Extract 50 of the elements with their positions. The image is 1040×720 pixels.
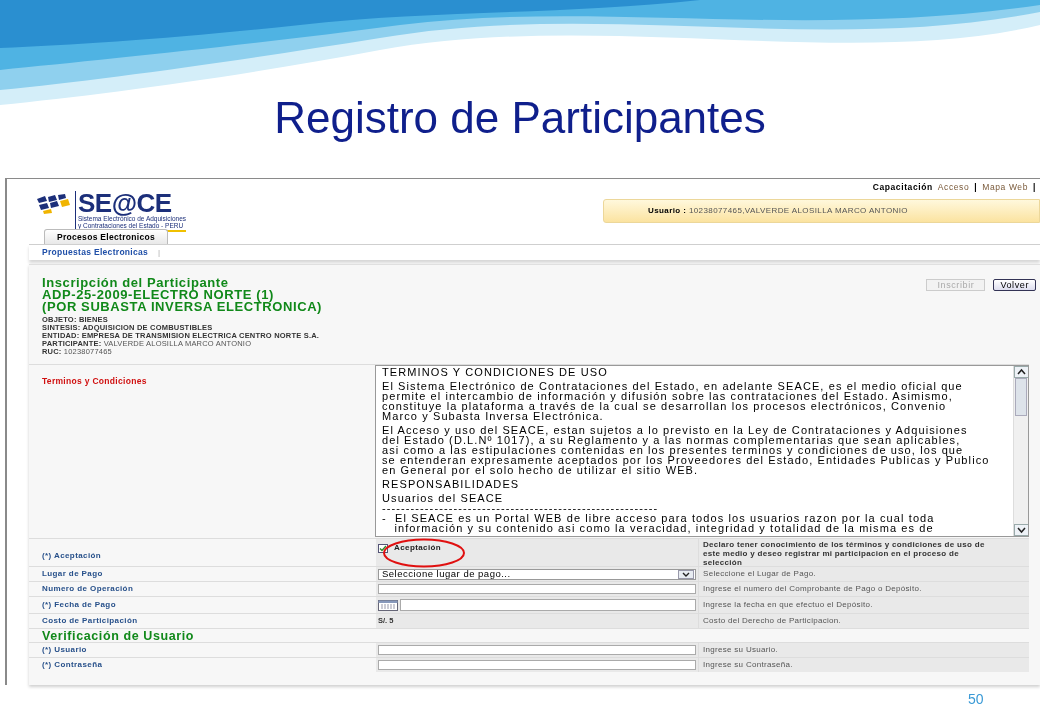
header-link[interactable]: Mapa Web (982, 181, 1028, 194)
field-label: (*) Fecha de Pago (42, 599, 116, 611)
help-text: Ingrese la fecha en que efectuo el Depósito. (703, 599, 873, 611)
help-text: Seleccione el Lugar de Pago. (703, 568, 816, 580)
slide-title: Registro de Participantes (274, 92, 766, 144)
checkbox[interactable] (378, 543, 388, 553)
field-label: Costo de Participación (42, 615, 138, 627)
terms-paragraph: El Acceso y uso del SEACE, estan sujetos a lo previsto en la Ley de Contrataciones y Adquisiones del Estado (D.L.Nº 1017), a su Reglamento y a las normas complementarias que sean aplicables, asi como a las estipulaciones contenidas en los presentes terminos y condiciones de uso, los que se entenderan expresamente aceptados por los Proveedores del Estado, Entidades Publicas y Publico en General por el solo hecho de utilizar el sitio WEB. (382, 425, 991, 475)
dropdown[interactable]: Seleccione lugar de pago... (378, 568, 696, 580)
terms-paragraph: RESPONSABILIDADES (382, 479, 521, 489)
field-label: (*) Contraseña (42, 659, 103, 671)
logo-icon (35, 193, 73, 215)
input-field[interactable] (378, 645, 696, 655)
help-text: Ingrese el numero del Comprobante de Pago o Depósito. (703, 583, 922, 595)
input-field[interactable] (378, 660, 696, 670)
page-heading: (POR SUBASTA INVERSA ELECTRONICA) (42, 301, 323, 313)
date-field[interactable] (400, 599, 696, 611)
field-label: (*) Usuario (42, 644, 87, 656)
section-heading: Verificación de Usuario (42, 629, 195, 642)
field-label: (*) Aceptación (42, 551, 102, 560)
page-heading: ADP-25-2009-ELECTRO NORTE (1) (42, 289, 275, 301)
terms-label: Terminos y Condiciones (42, 376, 147, 386)
help-text: Ingrese su Contraseña. (703, 659, 793, 671)
field-label: Lugar de Pago (42, 568, 103, 580)
help-text: Ingrese su Usuario. (703, 644, 779, 656)
separator: | (1033, 181, 1036, 194)
calendar-icon[interactable] (378, 599, 398, 611)
terms-paragraph: Usuarios del SEACE ---------------------------------------------------------- - El SEACE es un Portal WEB de libre acceso para todos los usuarios razon por la cual toda información y su contenido asi como la veracidad, integridad y totalidad de la misma es de (382, 493, 936, 533)
terms-paragraph: TERMINOS Y CONDICIONES DE USO (382, 367, 609, 377)
page-heading: Inscripción del Participante (42, 277, 230, 289)
user-info: Usuario : 10238077465,VALVERDE ALOSILLA MARCO ANTONIO (648, 204, 908, 217)
tab[interactable]: Procesos Electronicos (44, 229, 168, 244)
nav-link[interactable]: Propuestas Electronicas (42, 246, 149, 259)
scroll-thumb[interactable] (1015, 378, 1027, 416)
logo-wordmark: SE@CE (78, 191, 172, 215)
header-link[interactable]: Acceso (937, 181, 970, 194)
separator: | (974, 181, 978, 194)
terms-textarea[interactable] (375, 365, 1029, 537)
page-number: 50 (968, 690, 984, 709)
scroll-down-icon[interactable] (1014, 524, 1028, 536)
button[interactable]: Volver (993, 279, 1036, 291)
checkbox-label: Aceptación (394, 542, 442, 554)
input-field[interactable] (378, 584, 696, 594)
field-label: Numero de Operación (42, 583, 134, 595)
help-text: Costo del Derecho de Participacion. (703, 615, 842, 627)
help-text: Declaro tener conocimiento de los términos y condiciones de uso de este medio y deseo registrar mi participacion en el proceso de selección (703, 540, 986, 567)
link-heading: Capacitación (872, 181, 933, 194)
scroll-up-icon[interactable] (1014, 366, 1028, 378)
terms-paragraph: El Sistema Electrónico de Contrataciones del Estado, en adelante SEACE, es el medio oficial que permite el intercambio de información y difusión sobre las contrataciones del Estado. Asimismo, constituye la plataforma a través de la cual se desarrollan los procesos electrónicos, Convenio Marco y Subasta Inversa Electrónica. (382, 381, 964, 421)
separator: | (158, 246, 161, 259)
